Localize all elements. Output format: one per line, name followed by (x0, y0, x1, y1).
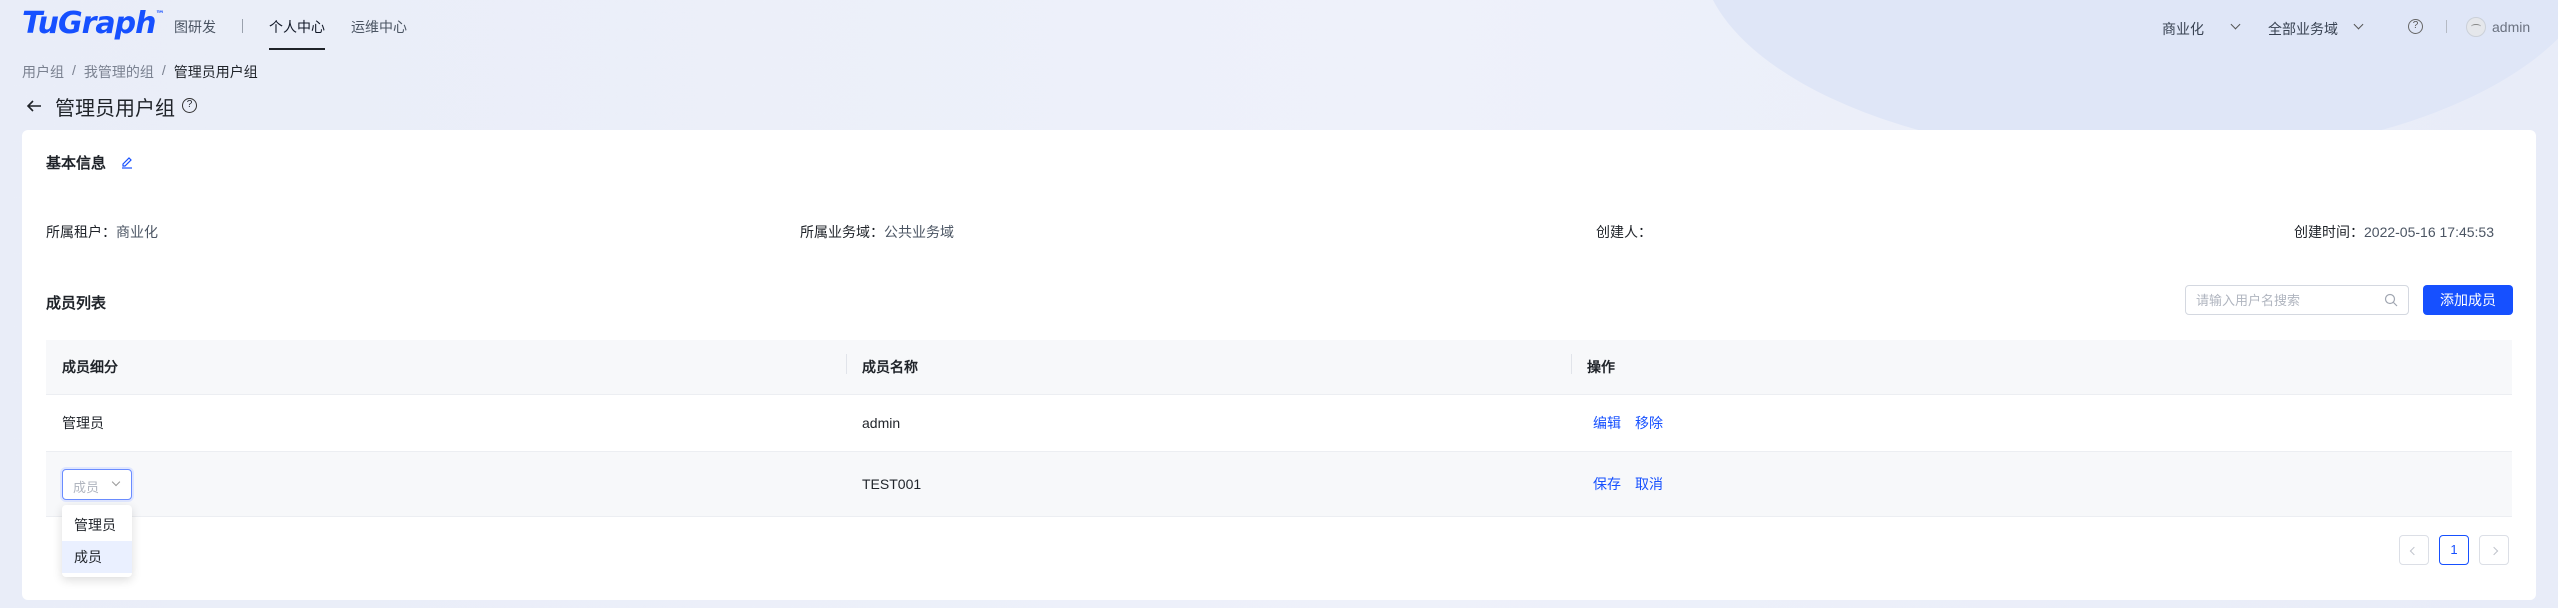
column-header-role: 成员细分 (62, 359, 118, 375)
cell-name: TEST001 (862, 476, 922, 492)
breadcrumb: 用户组 / 我管理的组 / 管理员用户组 (22, 62, 258, 82)
nav-item-ops-center[interactable]: 运维中心 (351, 0, 407, 52)
info-creator-label: 创建人： (1596, 224, 1652, 240)
page-title: 管理员用户组 (55, 98, 175, 120)
pagination-next-button[interactable] (2479, 535, 2509, 565)
info-domain-value: 公共业务域 (884, 224, 954, 240)
info-tenant: 所属租户：商业化 (46, 222, 158, 242)
user-avatar[interactable] (2466, 17, 2486, 37)
main-nav: 图研发 个人中心 运维中心 (174, 0, 433, 52)
search-icon[interactable] (2384, 293, 2398, 307)
content-card: 基本信息 所属租户：商业化 所属业务域：公共业务域 创建人： 创建时间：2022… (22, 130, 2536, 600)
member-list-title: 成员列表 (46, 295, 107, 312)
table-row: 管理员 admin 编辑 移除 (46, 395, 2512, 452)
column-header-actions: 操作 (1571, 354, 2512, 377)
domain-select[interactable]: 全部业务域 (2268, 19, 2338, 39)
table-header: 成员细分 成员名称 操作 (46, 340, 2512, 395)
cell-role: 管理员 (62, 415, 104, 431)
chevron-down-icon (111, 477, 121, 486)
info-domain: 所属业务域：公共业务域 (800, 222, 954, 242)
nav-divider (242, 19, 243, 33)
nav-item-graph-dev[interactable]: 图研发 (174, 0, 216, 52)
column-header-name: 成员名称 (846, 354, 1571, 377)
breadcrumb-separator: / (161, 62, 166, 78)
info-creator: 创建人： (1596, 222, 1652, 242)
member-search (2185, 285, 2409, 315)
tenant-chevron-down-icon[interactable] (2230, 19, 2241, 30)
member-search-input[interactable] (2196, 286, 2376, 314)
breadcrumb-separator: / (72, 62, 76, 78)
back-arrow-icon[interactable] (24, 96, 44, 116)
remove-link[interactable]: 移除 (1635, 415, 1663, 431)
dropdown-option-admin[interactable]: 管理员 (62, 509, 132, 541)
breadcrumb-item-user-group[interactable]: 用户组 (22, 62, 64, 82)
add-member-button[interactable]: 添加成员 (2423, 285, 2513, 315)
save-link[interactable]: 保存 (1593, 476, 1621, 492)
edit-icon[interactable] (120, 155, 134, 169)
cell-role: 成员 (46, 468, 846, 500)
breadcrumb-item-my-groups[interactable]: 我管理的组 (84, 62, 154, 82)
tenant-select[interactable]: 商业化 (2162, 19, 2204, 39)
cell-actions: 保存 取消 (1571, 474, 2512, 494)
cell-actions: 编辑 移除 (1571, 413, 2512, 433)
info-created-label: 创建时间： (2294, 224, 2364, 240)
toolbar-divider (2446, 20, 2447, 33)
info-created-value: 2022-05-16 17:45:53 (2364, 224, 2494, 240)
info-created-time: 创建时间：2022-05-16 17:45:53 (2294, 222, 2494, 242)
cell-name: admin (862, 415, 901, 431)
info-domain-label: 所属业务域： (800, 224, 884, 240)
member-table: 成员细分 成员名称 操作 管理员 admin 编辑 移除 成员 TEST001 保… (46, 340, 2512, 517)
pagination-page[interactable]: 1 (2439, 535, 2469, 565)
role-select[interactable]: 成员 (62, 468, 132, 500)
chevron-right-icon (2489, 546, 2499, 556)
table-row: 成员 TEST001 保存 取消 (46, 452, 2512, 517)
cancel-link[interactable]: 取消 (1635, 476, 1663, 492)
basic-info-title: 基本信息 (46, 155, 107, 172)
role-select-value: 成员 (73, 479, 100, 495)
help-icon[interactable]: ? (2408, 19, 2423, 34)
pagination-prev-button[interactable] (2399, 535, 2429, 565)
info-tenant-value: 商业化 (116, 224, 158, 240)
question-circle-icon[interactable]: ? (182, 98, 197, 113)
nav-item-personal-center[interactable]: 个人中心 (269, 0, 325, 52)
chevron-left-icon (2409, 546, 2419, 556)
user-name[interactable]: admin (2492, 19, 2530, 35)
breadcrumb-item-current: 管理员用户组 (173, 64, 258, 80)
role-dropdown-menu: 管理员 成员 (62, 505, 132, 577)
top-navigation-bar: TuGraph™ 图研发 个人中心 运维中心 商业化 全部业务域 ? admin (0, 0, 2558, 52)
domain-chevron-down-icon[interactable] (2353, 19, 2364, 30)
edit-link[interactable]: 编辑 (1593, 415, 1621, 431)
tugraph-logo[interactable]: TuGraph™ (22, 6, 164, 41)
dropdown-option-member[interactable]: 成员 (62, 541, 132, 573)
info-tenant-label: 所属租户： (46, 224, 116, 240)
